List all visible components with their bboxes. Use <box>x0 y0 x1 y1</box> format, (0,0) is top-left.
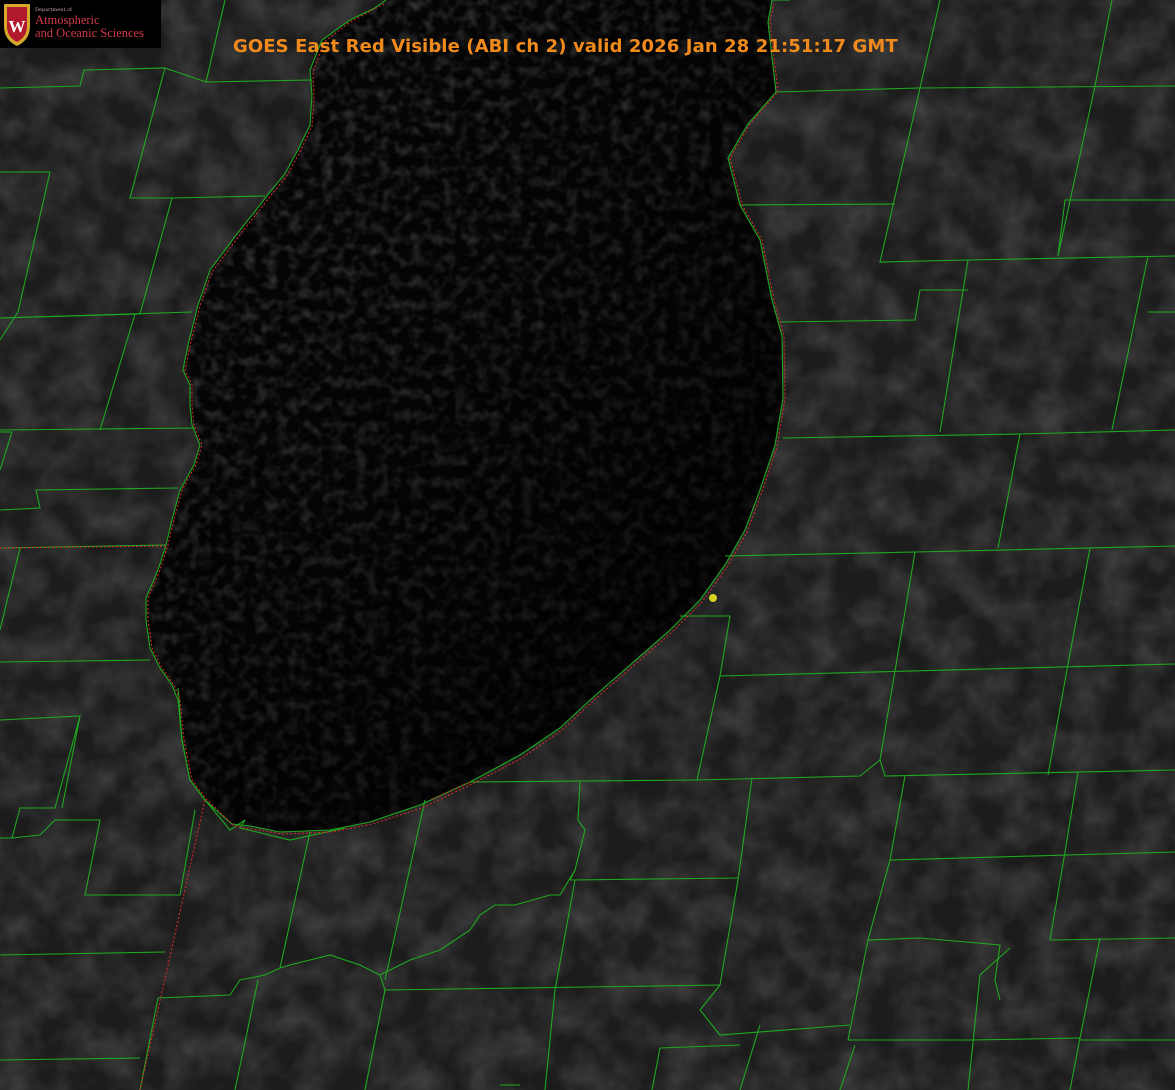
site-marker-icon <box>709 594 717 602</box>
svg-text:W: W <box>9 17 26 36</box>
satellite-map <box>0 0 1175 1090</box>
aos-logo: W Department of Atmospheric and Oceanic … <box>0 0 161 48</box>
logo-line-2: and Oceanic Sciences <box>35 26 144 40</box>
satellite-image-viewer: W Department of Atmospheric and Oceanic … <box>0 0 1175 1090</box>
uw-crest-icon: W <box>4 4 30 46</box>
image-title: GOES East Red Visible (ABI ch 2) valid 2… <box>233 36 898 57</box>
